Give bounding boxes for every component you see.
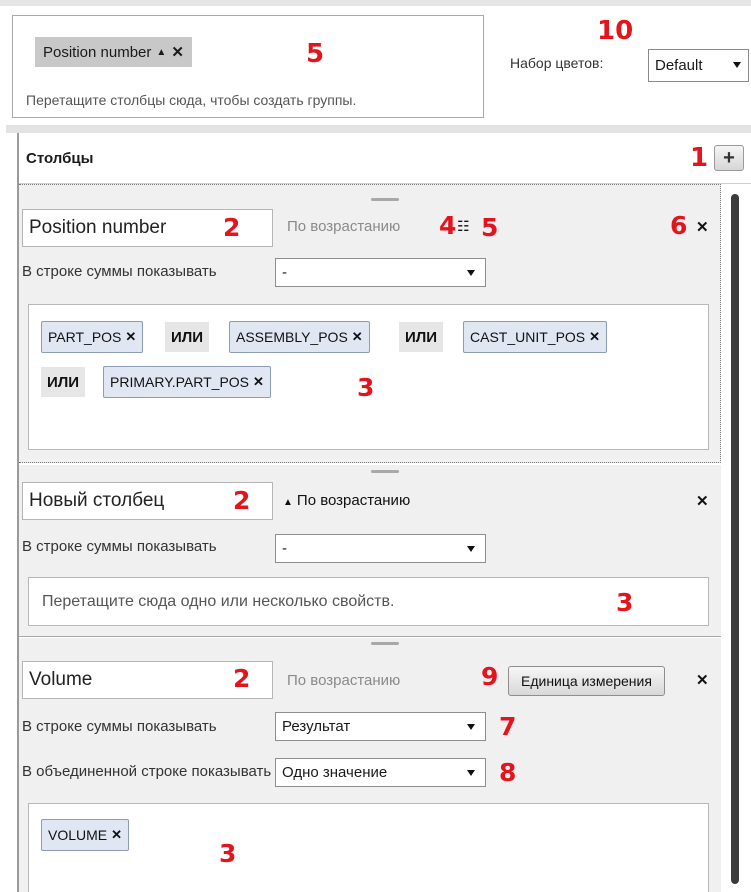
close-icon[interactable]: ✕ (352, 329, 363, 345)
callout-merged-row: 8 (499, 758, 517, 787)
group-list-icon[interactable]: ☷ (457, 218, 470, 235)
chevron-down-icon (467, 546, 475, 552)
property-drop-hint: Перетащите сюда одно или несколько свойс… (42, 593, 395, 610)
sum-row-label: В строке суммы показывать (22, 538, 217, 555)
property-chip-label: CAST_UNIT_POS (470, 329, 586, 345)
drag-handle[interactable] (371, 198, 399, 201)
callout-column-name: 2 (233, 486, 251, 515)
sum-row-select[interactable]: - (275, 258, 486, 287)
callout-delete: 6 (670, 211, 688, 240)
chevron-down-icon (467, 770, 475, 776)
group-tag-label: Position number (43, 43, 152, 61)
property-chip-label: PRIMARY.PART_POS (110, 374, 250, 390)
unit-button[interactable]: Единица измерения (508, 666, 665, 696)
top-divider (0, 0, 751, 6)
color-set-select[interactable]: Default (648, 49, 749, 82)
close-icon[interactable]: ✕ (125, 329, 136, 345)
sum-row-value: - (282, 540, 287, 557)
section-divider (6, 125, 751, 133)
close-icon[interactable]: ✕ (696, 218, 709, 236)
merged-row-select[interactable]: Одно значение (275, 758, 486, 787)
sort-order-label: По возрастанию (296, 492, 411, 509)
sort-order-toggle[interactable]: ▲ По возрастанию (283, 492, 410, 509)
sum-row-label: В строке суммы показывать (22, 263, 217, 280)
property-chip-label: PART_POS (48, 329, 122, 345)
color-set-value: Default (655, 57, 703, 74)
property-chip-label: ASSEMBLY_POS (236, 329, 348, 345)
property-drop-area[interactable]: Перетащите сюда одно или несколько свойс… (28, 577, 709, 626)
close-icon[interactable]: ✕ (696, 492, 709, 510)
column-panel-new-column: Новый столбец 2 ▲ По возрастанию ✕ В стро… (19, 465, 721, 637)
drag-handle[interactable] (371, 470, 399, 473)
property-chip[interactable]: CAST_UNIT_POS ✕ (463, 321, 608, 353)
sum-row-value: - (282, 264, 287, 281)
close-icon[interactable]: ✕ (696, 671, 709, 689)
scrollbar-thumb[interactable] (731, 194, 739, 884)
sum-row-value: Результат (282, 718, 351, 735)
callout-group-tag: 5 (306, 39, 325, 69)
column-panel-position-number: Position number 2 По возрастанию 4 ☷ 5 6… (19, 184, 721, 463)
drag-handle[interactable] (371, 642, 399, 645)
color-set-label: Набор цветов: (510, 55, 604, 71)
close-icon[interactable]: ✕ (253, 374, 264, 390)
close-icon[interactable]: ✕ (171, 43, 184, 61)
sum-row-label: В строке суммы показывать (22, 718, 217, 735)
sort-order-toggle[interactable]: По возрастанию (287, 672, 400, 689)
property-chip[interactable]: PRIMARY.PART_POS ✕ (103, 366, 271, 398)
sum-row-select[interactable]: - (275, 534, 486, 563)
property-chip[interactable]: ASSEMBLY_POS ✕ (229, 321, 370, 353)
merged-row-value: Одно значение (282, 764, 388, 781)
triangle-up-icon: ▲ (283, 497, 293, 508)
callout-unit: 9 (481, 662, 499, 691)
callout-add-column: 1 (690, 143, 709, 173)
columns-title: Столбцы (26, 150, 94, 167)
column-panel-volume: Volume 2 По возрастанию 9 Единица измере… (19, 638, 721, 892)
chevron-down-icon (467, 724, 475, 730)
property-chip-label: VOLUME (48, 827, 108, 843)
callout-color-set: 10 (597, 16, 634, 46)
close-icon[interactable]: ✕ (111, 827, 122, 843)
group-hint: Перетащите столбцы сюда, чтобы создать г… (26, 92, 357, 108)
sort-order-toggle[interactable]: По возрастанию (287, 218, 400, 235)
callout-sort-order: 4 (439, 211, 457, 240)
or-label: ИЛИ (399, 322, 444, 352)
chevron-down-icon (467, 270, 475, 276)
callout-column-name: 2 (223, 213, 241, 242)
chevron-down-icon (733, 62, 741, 68)
callout-properties: 3 (219, 839, 237, 868)
triangle-up-icon[interactable]: ▲ (156, 47, 166, 58)
merged-row-label: В объединенной строке показывать (22, 763, 272, 780)
callout-sum-row: 7 (499, 712, 517, 741)
callout-group-by: 5 (481, 213, 499, 242)
property-chip[interactable]: VOLUME ✕ (41, 819, 130, 851)
callout-properties: 3 (616, 588, 634, 617)
property-chip[interactable]: PART_POS ✕ (41, 321, 144, 353)
sum-row-select[interactable]: Результат (275, 712, 486, 741)
close-icon[interactable]: ✕ (589, 329, 600, 345)
add-column-button[interactable]: + (714, 145, 744, 171)
group-tag[interactable]: Position number ▲ ✕ (35, 37, 192, 67)
callout-properties: 3 (357, 373, 375, 402)
or-label: ИЛИ (41, 367, 86, 397)
group-drop-area[interactable]: Position number ▲ ✕ Перетащите столбцы с… (12, 15, 484, 118)
callout-column-name: 2 (233, 664, 251, 693)
property-box[interactable]: PART_POS ✕ ИЛИ ASSEMBLY_POS ✕ ИЛИ CAST_U… (28, 304, 709, 450)
property-box[interactable]: VOLUME ✕ 3 (28, 803, 709, 892)
or-label: ИЛИ (165, 322, 210, 352)
